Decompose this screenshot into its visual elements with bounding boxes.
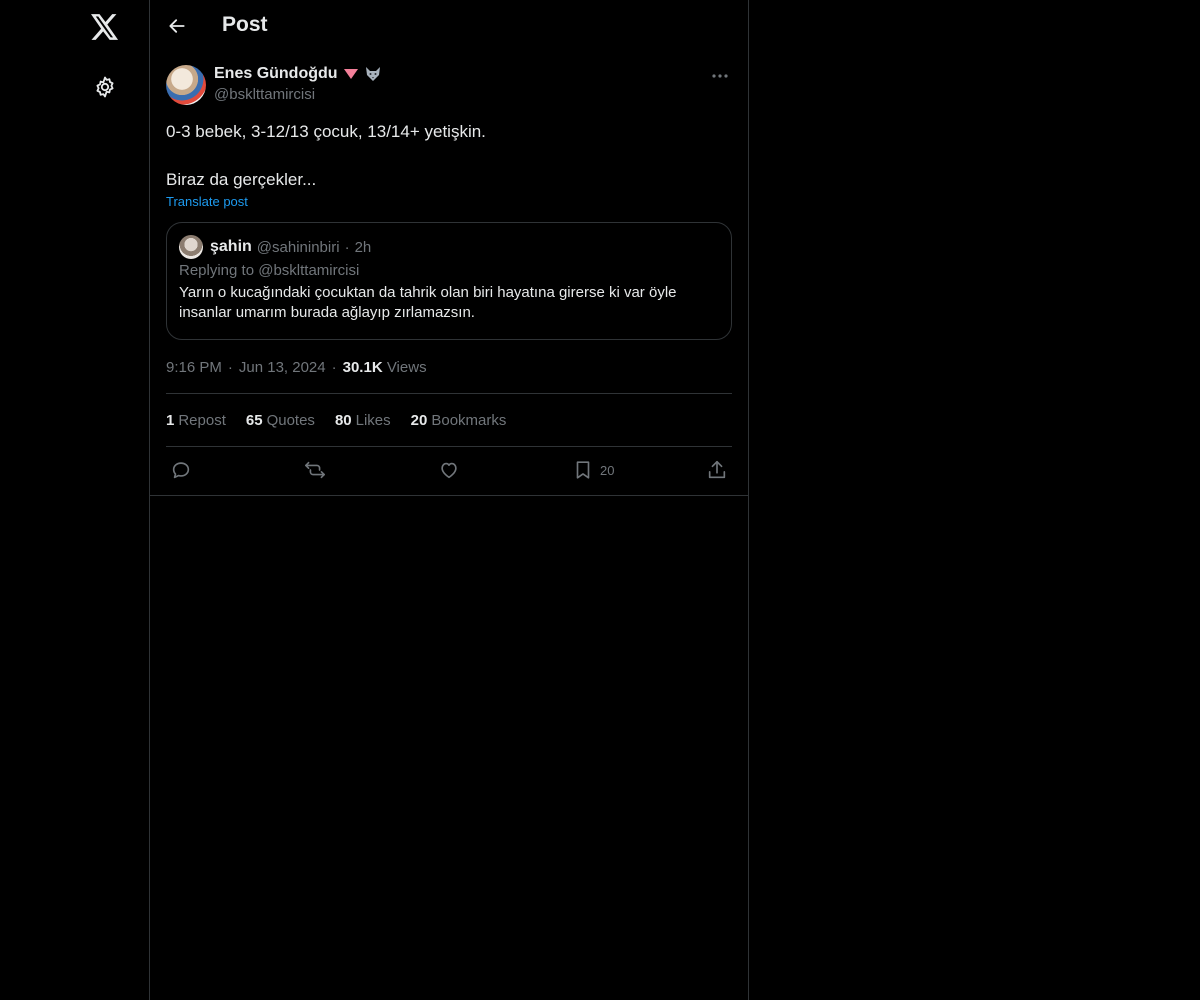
post-header: Post (150, 0, 748, 54)
quote-separator: · (344, 238, 350, 256)
author-name[interactable]: Enes Gündoğdu (214, 65, 338, 83)
reply-icon (172, 462, 190, 479)
share-button[interactable] (706, 459, 728, 481)
post-date[interactable]: Jun 13, 2024 (239, 359, 326, 376)
repost-button[interactable] (304, 459, 326, 481)
bookmarks-label: Bookmarks (431, 411, 507, 429)
likes-label: Likes (355, 411, 391, 429)
likes-count: 80 (334, 411, 352, 429)
views-label: Views (386, 358, 427, 376)
quotes-stat[interactable]: 65 Quotes (246, 412, 315, 429)
post-text: 0-3 bebek, 3-12/13 çocuk, 13/14+ yetişki… (166, 122, 486, 189)
share-icon (708, 460, 726, 479)
reposts-count: 1 (166, 411, 175, 429)
quote-author-handle: @sahininbiri (256, 238, 340, 256)
meta-separator: · (331, 358, 337, 376)
bookmarks-count: 20 (410, 411, 428, 429)
heart-emoji-icon (343, 69, 358, 79)
quote-header: şahin @sahininbiri · 2h (179, 235, 719, 259)
quote-author-name: şahin (210, 238, 252, 255)
action-bar: 20 (166, 447, 732, 494)
bookmark-button[interactable]: 20 (572, 459, 614, 481)
page-title: Post (222, 13, 268, 36)
post-time[interactable]: 9:16 PM (166, 359, 222, 376)
likes-stat[interactable]: 80 Likes (335, 412, 391, 429)
main-column: Post Enes Gündoğdu @bsklttamircisi 0-3 b… (150, 0, 749, 1000)
quoted-post-card[interactable]: şahin @sahininbiri · 2h Replying to @bsk… (166, 222, 732, 340)
engagement-stats: 1 Repost 65 Quotes 80 Likes 20 Bookmarks (166, 394, 732, 446)
back-arrow-icon[interactable] (160, 9, 194, 43)
meta-separator: · (227, 358, 233, 376)
author-row: Enes Gündoğdu @bsklttamircisi (166, 64, 732, 108)
left-nav-rail (0, 0, 150, 1000)
quote-timestamp: 2h (354, 238, 372, 256)
author-avatar[interactable] (166, 65, 206, 105)
quotes-count: 65 (245, 411, 263, 429)
author-handle[interactable]: @bsklttamircisi (214, 86, 315, 103)
heart-icon (441, 462, 457, 479)
reposts-label: Repost (178, 411, 226, 429)
quotes-label: Quotes (266, 411, 315, 429)
translate-post-link[interactable]: Translate post (166, 194, 248, 209)
post-bottom-divider (150, 495, 748, 496)
reposts-stat[interactable]: 1 Repost (166, 412, 226, 429)
bookmark-icon (576, 461, 590, 479)
quote-text: Yarın o kucağındaki çocuktan da tahrik o… (179, 284, 677, 321)
quote-replying-to: Replying to @bsklttamircisi (179, 262, 360, 279)
gear-icon[interactable] (83, 65, 127, 109)
main-post: Enes Gündoğdu @bsklttamircisi 0-3 bebek,… (166, 64, 732, 494)
wolf-emoji-icon (365, 67, 380, 81)
views-count: 30.1K (342, 358, 383, 376)
like-button[interactable] (438, 459, 460, 481)
quote-avatar (179, 235, 203, 259)
post-meta: 9:16 PM · Jun 13, 2024 · 30.1K Views (166, 357, 732, 377)
author-name-wrap: Enes Gündoğdu (214, 65, 382, 83)
bookmarks-stat[interactable]: 20 Bookmarks (411, 412, 507, 429)
x-logo-icon[interactable] (83, 5, 127, 49)
bookmark-count: 20 (600, 462, 615, 478)
reply-button[interactable] (170, 459, 192, 481)
repost-icon (305, 461, 325, 479)
more-options-icon[interactable] (708, 64, 732, 88)
